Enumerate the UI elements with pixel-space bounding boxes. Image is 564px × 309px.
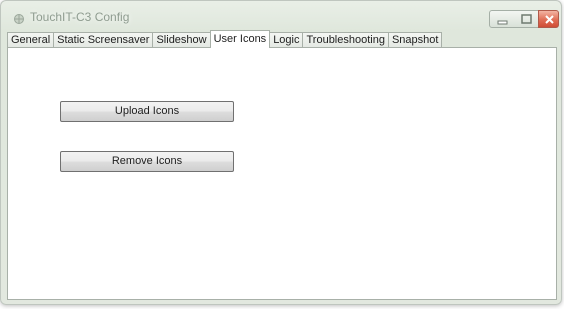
tab-logic[interactable]: Logic (269, 32, 304, 48)
tab-strip: General Static Screensaver Slideshow Use… (7, 30, 443, 48)
close-button[interactable] (538, 10, 559, 28)
upload-icons-button[interactable]: Upload Icons (60, 101, 234, 122)
tab-slideshow[interactable]: Slideshow (152, 32, 211, 48)
tab-static-screensaver[interactable]: Static Screensaver (53, 32, 154, 48)
title-bar[interactable]: TouchIT-C3 Config (1, 1, 561, 29)
tab-snapshot[interactable]: Snapshot (387, 32, 443, 48)
tab-general[interactable]: General (7, 32, 55, 48)
minimize-icon (497, 20, 508, 25)
app-icon (13, 12, 25, 24)
app-window: TouchIT-C3 Config General Static Screens… (0, 0, 562, 305)
close-icon (545, 15, 554, 24)
window-title: TouchIT-C3 Config (30, 10, 130, 24)
tab-troubleshooting[interactable]: Troubleshooting (302, 32, 389, 48)
maximize-icon (521, 14, 532, 24)
tab-user-icons[interactable]: User Icons (209, 30, 271, 48)
remove-icons-button[interactable]: Remove Icons (60, 151, 234, 172)
user-icons-panel: Upload Icons Remove Icons (7, 47, 557, 300)
minimize-button[interactable] (489, 10, 515, 28)
maximize-button[interactable] (514, 10, 539, 28)
